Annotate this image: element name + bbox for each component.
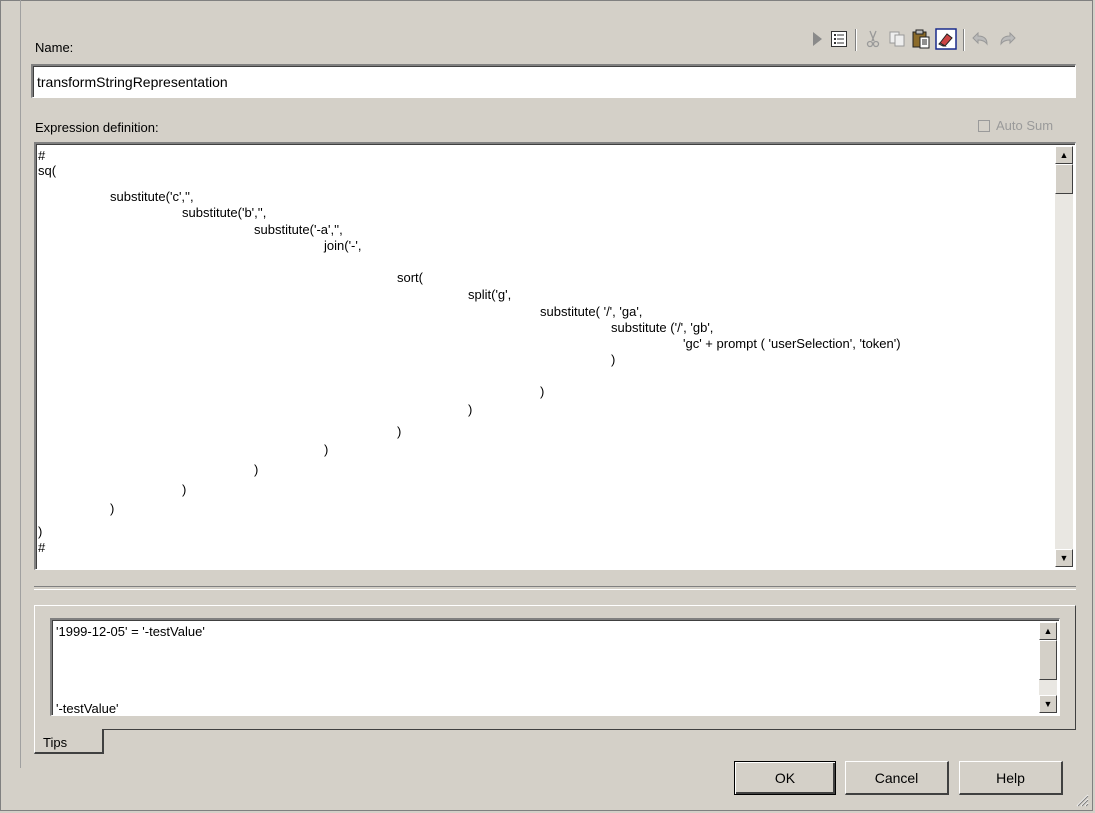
expression-editor[interactable]: # sq( substitute('c','', substitute('b',… xyxy=(34,142,1076,570)
run-icon[interactable] xyxy=(805,26,829,52)
tab-tips[interactable]: Tips xyxy=(34,729,104,754)
auto-sum-label: Auto Sum xyxy=(996,118,1054,133)
expression-scrollbar[interactable]: ▲ ▼ xyxy=(1055,146,1073,567)
expression-line: # xyxy=(38,540,46,555)
tips-line: '-testValue' xyxy=(56,701,119,713)
pane-splitter[interactable] xyxy=(34,586,1076,590)
ok-button[interactable]: OK xyxy=(734,761,836,795)
cancel-button[interactable]: Cancel xyxy=(845,761,949,795)
redo-icon[interactable] xyxy=(995,26,1019,52)
expression-line: # xyxy=(38,148,46,163)
expression-text[interactable]: # sq( substitute('c','', substitute('b',… xyxy=(38,146,1053,567)
arrow-down-icon: ▼ xyxy=(1043,698,1053,709)
erase-icon[interactable] xyxy=(934,26,958,52)
arrow-up-icon: ▲ xyxy=(1043,625,1053,636)
help-button[interactable]: Help xyxy=(959,761,1063,795)
toolbar-separator xyxy=(855,29,856,51)
properties-list-icon[interactable] xyxy=(827,26,851,52)
scroll-thumb[interactable] xyxy=(1039,640,1057,680)
tab-tips-label: Tips xyxy=(43,735,68,750)
expression-line: substitute('-a','', xyxy=(254,222,343,237)
toolbar xyxy=(805,26,1075,54)
expression-line: 'gc' + prompt ( 'userSelection', 'token'… xyxy=(683,336,901,351)
expression-line: ) xyxy=(468,402,473,417)
expression-definition-label: Expression definition: xyxy=(35,120,159,135)
name-input[interactable] xyxy=(31,64,1076,98)
paste-icon[interactable] xyxy=(909,26,933,52)
expression-line: ) xyxy=(38,524,43,539)
checkbox-box xyxy=(978,119,990,132)
expression-line: split('g', xyxy=(468,287,512,302)
scroll-down-button[interactable]: ▼ xyxy=(1039,695,1057,713)
expression-line: substitute('b','', xyxy=(182,205,267,220)
arrow-down-icon: ▼ xyxy=(1059,552,1069,563)
auto-sum-checkbox[interactable]: Auto Sum xyxy=(978,118,1053,133)
undo-icon[interactable] xyxy=(969,26,993,52)
tips-panel: '1999-12-05' = '-testValue' '-testValue'… xyxy=(34,605,1076,730)
expression-line: ) xyxy=(611,352,616,367)
tips-text-area[interactable]: '1999-12-05' = '-testValue' '-testValue'… xyxy=(50,618,1060,716)
scroll-up-button[interactable]: ▲ xyxy=(1055,146,1073,164)
tips-line: '1999-12-05' = '-testValue' xyxy=(56,624,205,639)
copy-icon[interactable] xyxy=(885,26,909,52)
name-label: Name: xyxy=(35,40,74,55)
expression-line: sq( xyxy=(38,163,57,178)
scroll-thumb[interactable] xyxy=(1055,164,1073,194)
cut-icon[interactable] xyxy=(861,26,885,52)
arrow-up-icon: ▲ xyxy=(1059,149,1069,160)
expression-line: ) xyxy=(540,384,545,399)
expression-line: join('-', xyxy=(324,238,362,253)
tips-text: '1999-12-05' = '-testValue' '-testValue' xyxy=(56,624,1037,713)
resize-grip-icon[interactable] xyxy=(1073,791,1089,807)
expression-line: substitute ('/', 'gb', xyxy=(611,320,714,335)
scroll-down-button[interactable]: ▼ xyxy=(1055,549,1073,567)
toolbar-separator xyxy=(963,29,964,51)
expression-line: sort( xyxy=(397,270,423,285)
expression-line: ) xyxy=(254,462,259,477)
expression-line: substitute('c','', xyxy=(110,189,194,204)
expression-line: substitute( '/', 'ga', xyxy=(540,304,643,319)
expression-line: ) xyxy=(397,424,402,439)
tips-scrollbar[interactable]: ▲ ▼ xyxy=(1039,622,1057,713)
expression-line: ) xyxy=(110,501,115,516)
left-divider xyxy=(20,0,21,768)
scroll-up-button[interactable]: ▲ xyxy=(1039,622,1057,640)
expression-line: ) xyxy=(324,442,329,457)
expression-line: ) xyxy=(182,482,187,497)
